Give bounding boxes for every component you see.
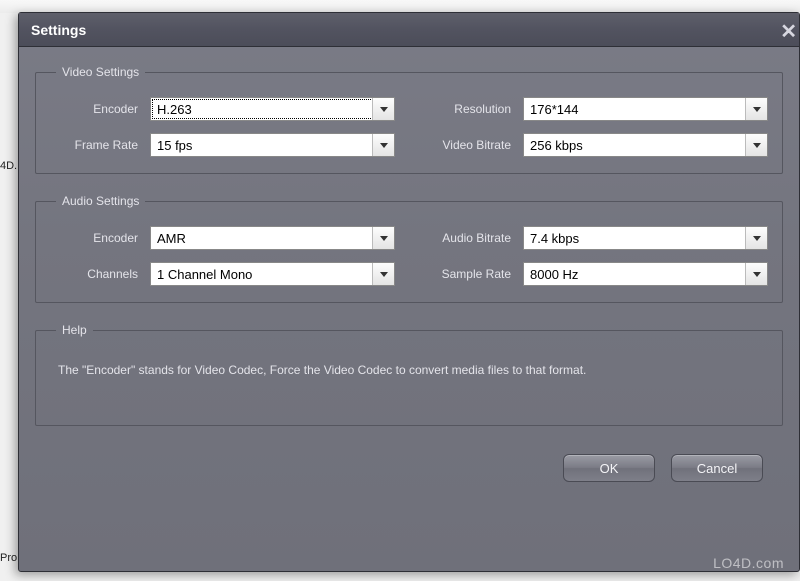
audio-encoder-label: Encoder xyxy=(50,231,150,245)
resolution-select[interactable] xyxy=(523,97,768,121)
settings-dialog: Settings ✕ Video Settings Encoder Resolu… xyxy=(18,12,800,572)
cancel-button[interactable]: Cancel xyxy=(671,454,763,482)
audio-encoder-value[interactable] xyxy=(150,226,395,250)
audio-bitrate-label: Audio Bitrate xyxy=(423,231,523,245)
video-bitrate-value[interactable] xyxy=(523,133,768,157)
ok-button[interactable]: OK xyxy=(563,454,655,482)
audio-encoder-select[interactable] xyxy=(150,226,395,250)
sample-rate-value[interactable] xyxy=(523,262,768,286)
sample-rate-select[interactable] xyxy=(523,262,768,286)
video-bitrate-select[interactable] xyxy=(523,133,768,157)
resolution-label: Resolution xyxy=(423,102,523,116)
close-icon[interactable]: ✕ xyxy=(774,17,800,46)
help-group: Help The "Encoder" stands for Video Code… xyxy=(35,323,783,426)
channels-value[interactable] xyxy=(150,262,395,286)
audio-settings-group: Audio Settings Encoder Audio Bitrate xyxy=(35,194,783,303)
video-encoder-label: Encoder xyxy=(50,102,150,116)
resolution-value[interactable] xyxy=(523,97,768,121)
channels-select[interactable] xyxy=(150,262,395,286)
sample-rate-label: Sample Rate xyxy=(423,267,523,281)
dialog-titlebar: Settings ✕ xyxy=(19,13,799,47)
frame-rate-value[interactable] xyxy=(150,133,395,157)
dialog-title: Settings xyxy=(31,22,86,38)
channels-label: Channels xyxy=(50,267,150,281)
video-encoder-value[interactable] xyxy=(150,97,395,121)
help-legend: Help xyxy=(56,323,93,337)
frame-rate-select[interactable] xyxy=(150,133,395,157)
audio-bitrate-value[interactable] xyxy=(523,226,768,250)
video-encoder-select[interactable] xyxy=(150,97,395,121)
background-text-frag2: Pro xyxy=(0,552,18,564)
dialog-content: Video Settings Encoder Resolution xyxy=(19,47,799,494)
dialog-button-row: OK Cancel xyxy=(35,446,783,482)
video-settings-group: Video Settings Encoder Resolution xyxy=(35,65,783,174)
video-settings-legend: Video Settings xyxy=(56,65,145,79)
background-text-frag1: 4D. xyxy=(0,160,18,172)
audio-bitrate-select[interactable] xyxy=(523,226,768,250)
audio-settings-legend: Audio Settings xyxy=(56,194,145,208)
video-bitrate-label: Video Bitrate xyxy=(423,138,523,152)
help-text: The "Encoder" stands for Video Codec, Fo… xyxy=(50,355,768,409)
frame-rate-label: Frame Rate xyxy=(50,138,150,152)
